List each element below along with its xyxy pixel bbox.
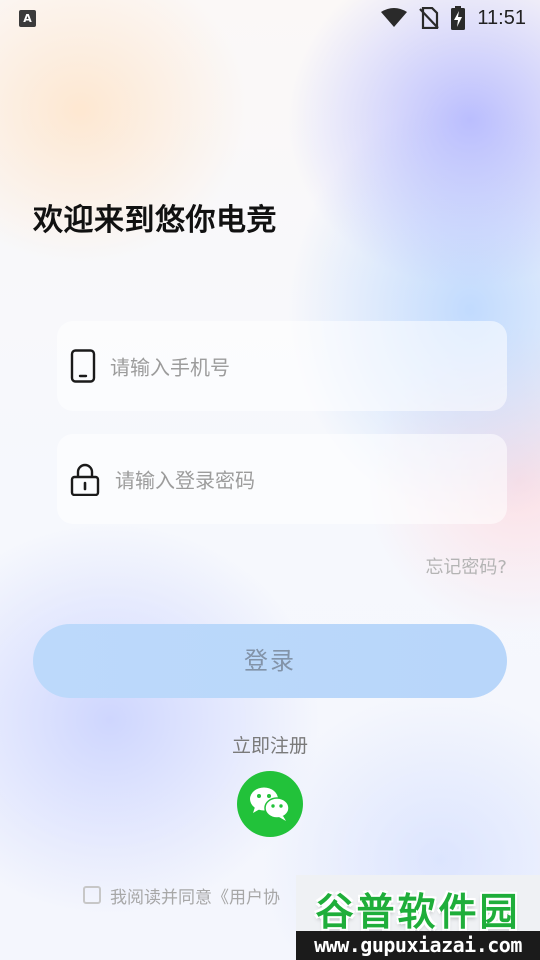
welcome-title: 欢迎来到悠你电竞: [33, 203, 277, 238]
phone-icon: [70, 349, 96, 383]
phone-placeholder: 请输入手机号: [110, 355, 230, 380]
watermark-logo: 谷普软件园 www.gupuxiazai.com: [296, 875, 540, 960]
app-indicator-icon: A: [19, 10, 36, 27]
battery-charging-icon: [451, 6, 466, 30]
agreement-row: 我阅读并同意《用户协: [83, 883, 280, 908]
phone-field[interactable]: 请输入手机号: [57, 321, 507, 411]
wifi-icon: [381, 8, 408, 27]
wechat-icon: [250, 787, 290, 821]
password-placeholder: 请输入登录密码: [115, 468, 255, 493]
forgot-password-link[interactable]: 忘记密码?: [425, 553, 507, 579]
status-icons: 11:51: [381, 6, 526, 30]
register-link[interactable]: 立即注册: [0, 731, 540, 758]
status-time: 11:51: [477, 6, 526, 29]
login-button[interactable]: 登录: [33, 624, 507, 698]
watermark-url: www.gupuxiazai.com: [296, 931, 540, 960]
status-bar: A 11:51: [0, 0, 540, 36]
watermark-title: 谷普软件园: [315, 890, 521, 934]
lock-icon: [70, 463, 100, 496]
wechat-login-button[interactable]: [237, 771, 303, 837]
no-sim-icon: [419, 7, 440, 29]
agreement-checkbox[interactable]: [83, 886, 101, 904]
agreement-text[interactable]: 我阅读并同意《用户协: [110, 883, 280, 908]
password-field[interactable]: 请输入登录密码: [57, 434, 507, 524]
